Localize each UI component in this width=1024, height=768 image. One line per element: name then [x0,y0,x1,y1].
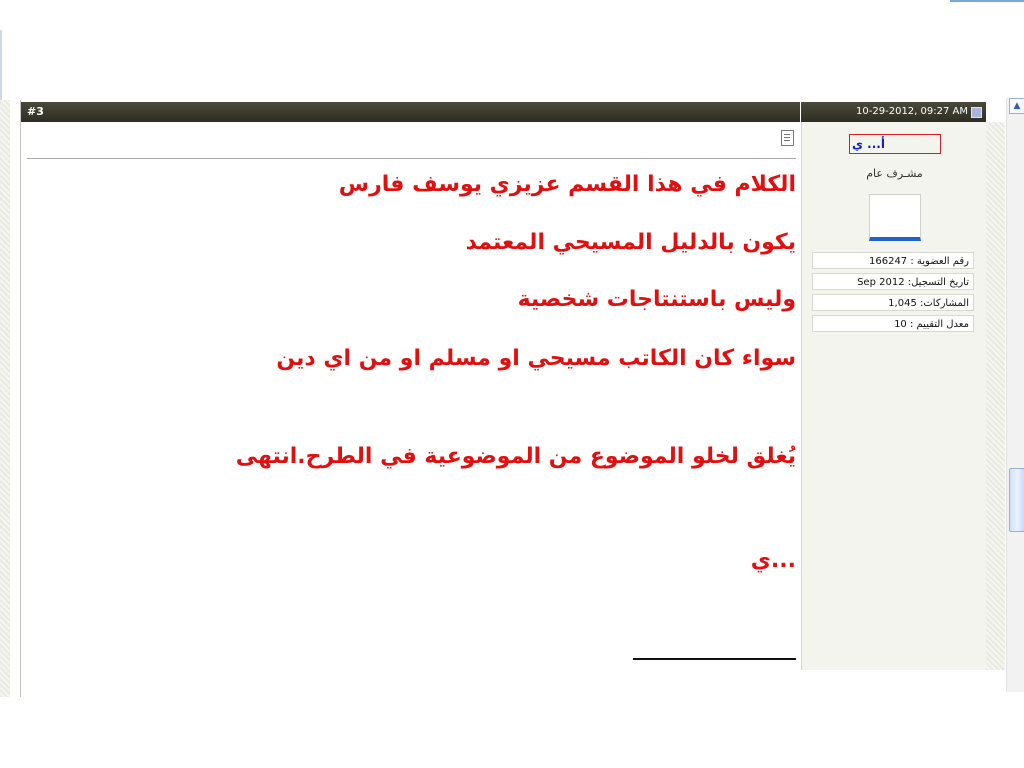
post-status-icon [971,107,982,118]
post-number-link[interactable]: #3 [27,105,44,118]
post-date-bar: 10-29-2012, 09:27 AM [801,102,986,122]
user-title: مشـرف عام [866,167,923,180]
post-text-line: وليس باستنتاجات شخصية [517,287,796,312]
document-icon [781,130,794,146]
post-body: الكلام في هذا القسم عزيزي يوسف فارس يكون… [21,122,800,697]
avatar[interactable] [869,194,921,241]
username-link[interactable]: أ... ي [849,134,941,154]
scrollbar-thumb[interactable] [1009,468,1024,532]
top-accent-bar [950,0,1024,2]
post-text-line: ...ي [750,548,796,573]
left-decorative-stripe [0,100,10,697]
post-text-line: يُغلق لخلو الموضوع من الموضوعية في الطرح… [235,444,796,469]
signature-divider [633,658,796,660]
post-header-bar: #3 [21,102,800,122]
user-join-date: تاريخ التسجيل: Sep 2012 [812,273,974,290]
forum-post-container: #3 10-29-2012, 09:27 AM الكلام في هذا ال… [0,100,1005,697]
post-text-line: سواء كان الكاتب مسيحي او مسلم او من اي د… [276,346,796,371]
chevron-up-icon[interactable]: ▲ [1009,98,1024,114]
user-member-id: رقم العضوية : 166247 [812,252,974,269]
user-info-panel: أ... ي مشـرف عام رقم العضوية : 166247 تا… [801,122,987,670]
post-text-line: الكلام في هذا القسم عزيزي يوسف فارس [338,172,796,197]
post-date: 10-29-2012, 09:27 AM [856,106,968,117]
right-decorative-stripe [986,122,1005,670]
user-post-count: المشاركات: 1,045 [812,294,974,311]
post-text-line: يكون بالدليل المسيحي المعتمد [465,230,796,255]
user-rating: معدل التقييم : 10 [812,315,974,332]
left-edge-marker [0,30,2,100]
username: أ... ي [852,137,885,151]
vertical-scrollbar[interactable]: ▲ [1006,98,1024,692]
post-title-divider [27,158,796,159]
